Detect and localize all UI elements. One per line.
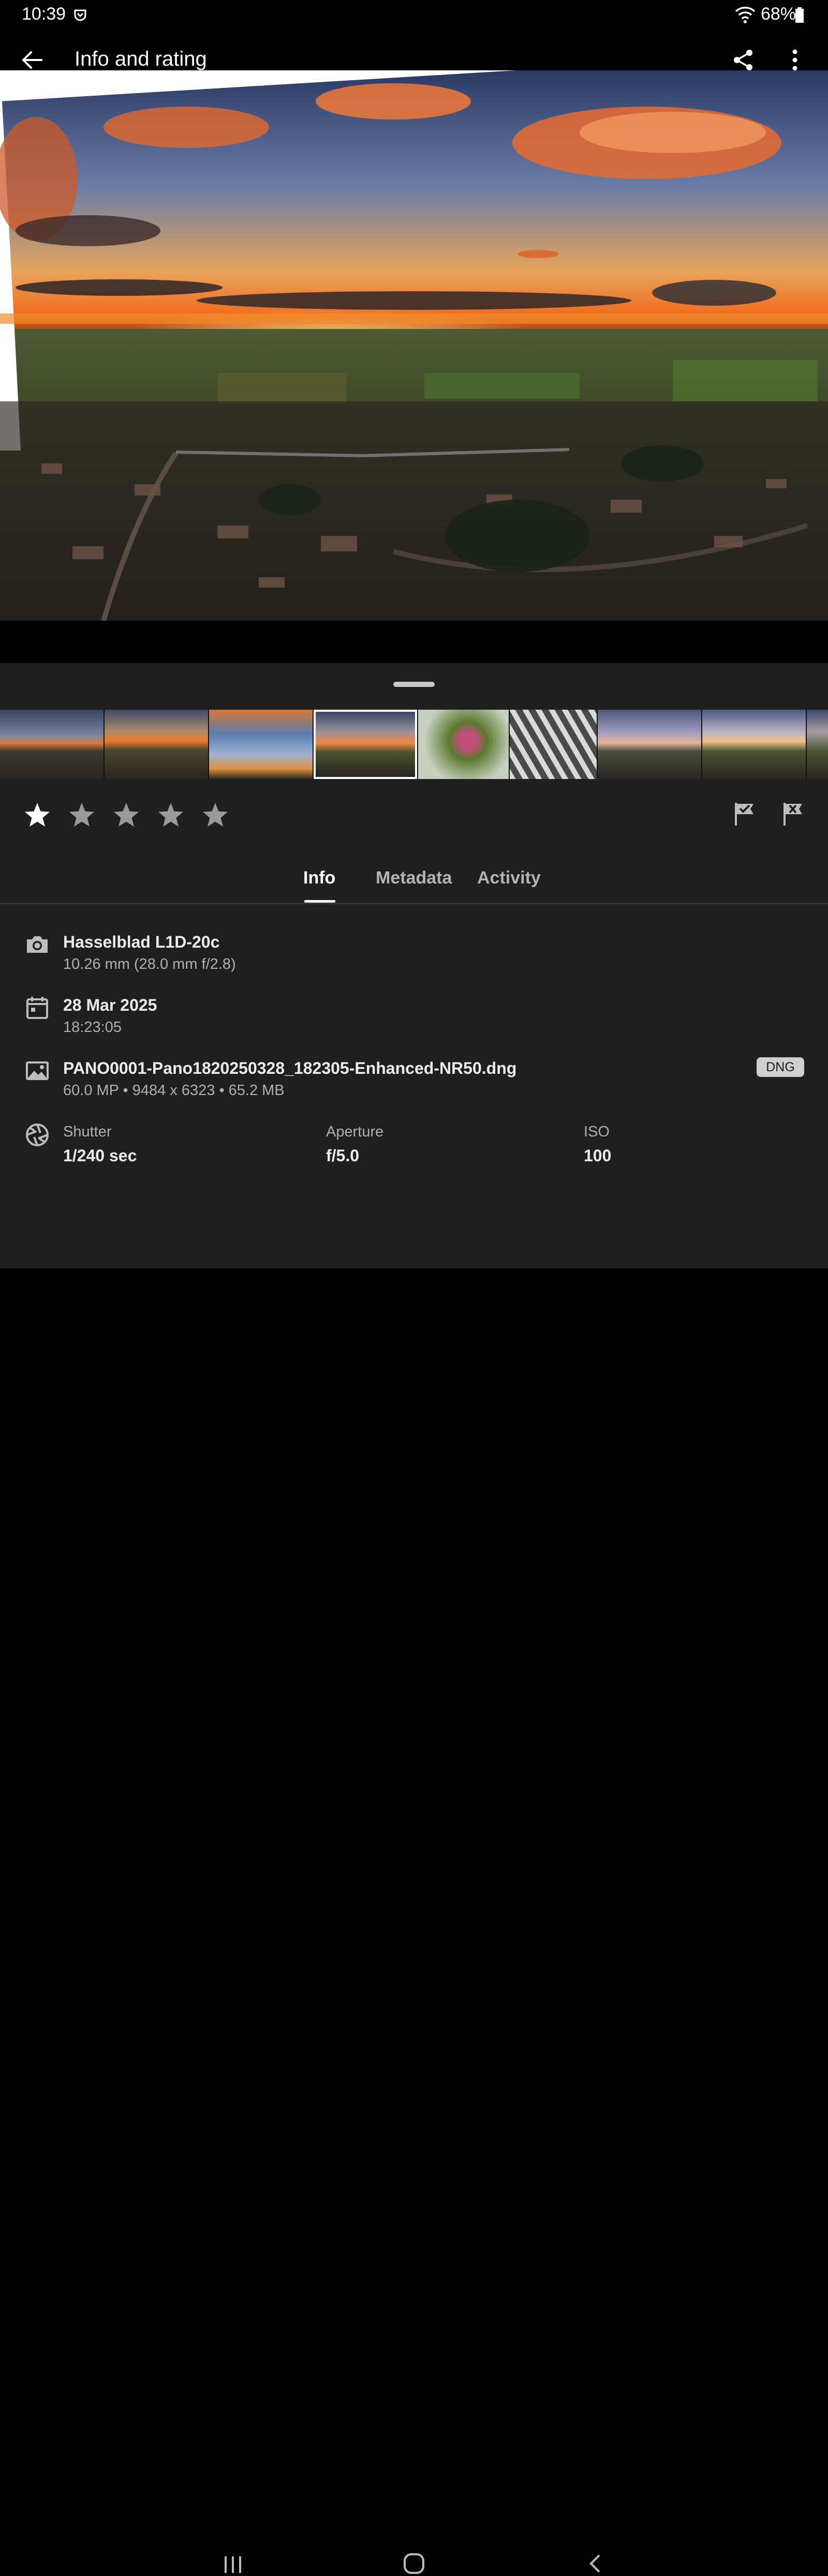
notification-icon [74,9,86,21]
aperture-label: Aperture [326,1124,384,1140]
photo-preview[interactable] [0,70,828,621]
sheet-drag-handle[interactable] [393,682,435,687]
aperture-icon [26,1124,49,1146]
filmstrip-thumb[interactable] [807,710,828,779]
home-icon[interactable] [402,2551,426,2576]
camera-icon [27,936,48,953]
star-icon-2[interactable] [65,799,98,832]
wifi-icon [735,7,756,23]
capture-date: 28 Mar 2025 [63,996,157,1014]
system-nav-bar [0,1268,828,2574]
capture-time: 18:23:05 [63,1019,122,1036]
shutter-value: 1/240 sec [63,1146,137,1165]
filmstrip-thumb[interactable] [105,710,208,779]
filmstrip-thumb[interactable] [418,710,509,779]
page-title: Info and rating [75,48,207,70]
filmstrip-thumb[interactable] [209,710,313,779]
flag-pick-icon[interactable] [731,800,760,829]
back-arrow-icon[interactable] [16,43,49,77]
star-rating[interactable] [21,799,232,832]
image-icon [26,1061,49,1080]
status-bar: 10:39 68% [0,0,828,30]
recent-apps-icon[interactable] [219,2553,246,2576]
file-name: PANO0001-Pano1820250328_182305-Enhanced-… [63,1059,517,1077]
tab-info[interactable]: Info [303,868,335,888]
lens-info: 10.26 mm (28.0 mm f/2.8) [63,956,236,972]
shutter-label: Shutter [63,1124,112,1140]
filmstrip-thumb[interactable] [598,710,701,779]
flag-reject-icon[interactable] [779,800,808,829]
aperture-value: f/5.0 [326,1146,360,1165]
filmstrip-thumb-selected[interactable] [314,710,417,779]
iso-value: 100 [584,1146,612,1165]
star-icon-4[interactable] [154,799,187,832]
nav-back-icon[interactable] [585,2552,605,2575]
battery-icon [795,7,804,23]
share-icon[interactable] [728,44,759,76]
camera-model: Hasselblad L1D-20c [63,933,220,951]
filmstrip-thumb[interactable] [702,710,806,779]
battery-percent: 68% [761,4,796,24]
filmstrip-thumb[interactable] [510,710,597,779]
file-type-badge: DNG [757,1057,804,1077]
iso-label: ISO [584,1124,610,1140]
active-tab-indicator [304,900,335,903]
tab-activity[interactable]: Activity [477,868,541,888]
calendar-icon [26,997,48,1019]
filmstrip-thumb[interactable] [0,710,103,779]
more-vert-icon[interactable] [779,44,810,76]
star-icon-5[interactable] [199,799,232,832]
star-icon-3[interactable] [110,799,143,832]
star-icon-1[interactable] [21,799,54,832]
file-details: 60.0 MP • 9484 x 6323 • 65.2 MB [63,1082,285,1099]
info-tabs: Info Metadata Activity [0,859,828,904]
tab-metadata[interactable]: Metadata [376,868,452,888]
status-time: 10:39 [22,4,66,24]
filmstrip[interactable] [0,710,828,779]
